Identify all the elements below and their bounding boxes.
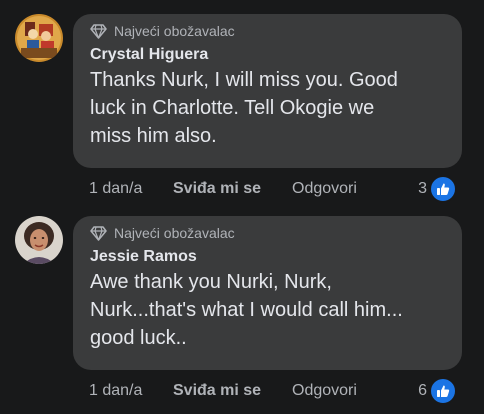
badge-label: Najveći obožavalac [114,225,235,241]
reaction-count: 6 [418,382,427,399]
timestamp[interactable]: 1 dan/a [89,180,173,198]
comment-actions: 1 dan/a Sviđa mi se Odgovori [89,178,357,200]
reaction-summary[interactable]: 3 [418,175,457,203]
author-name[interactable]: Jessie Ramos [90,247,446,267]
avatar[interactable] [15,14,63,62]
diamond-icon [90,23,107,39]
thumbs-up-icon [429,175,457,203]
diamond-icon [90,225,107,241]
avatar[interactable] [15,216,63,264]
comment-text: Thanks Nurk, I will miss you. Good luck … [90,69,398,147]
author-name[interactable]: Crystal Higuera [90,45,446,65]
timestamp[interactable]: 1 dan/a [89,382,173,400]
top-fan-badge[interactable]: Najveći obožavalac [90,223,446,243]
comment-actions: 1 dan/a Sviđa mi se Odgovori [89,380,357,402]
reply-button[interactable]: Odgovori [292,180,357,198]
reply-button[interactable]: Odgovori [292,382,357,400]
reaction-summary[interactable]: 6 [418,377,457,405]
comment-bubble: Najveći obožavalac Crystal Higuera Thank… [73,14,462,168]
like-button[interactable]: Sviđa mi se [173,180,292,198]
reaction-count: 3 [418,180,427,197]
comment-bubble: Najveći obožavalac Jessie Ramos Awe than… [73,216,462,370]
thumbs-up-icon [429,377,457,405]
like-button[interactable]: Sviđa mi se [173,382,292,400]
comment-text: Awe thank you Nurki, Nurk, Nurk...that's… [90,271,403,349]
badge-label: Najveći obožavalac [114,23,235,39]
top-fan-badge[interactable]: Najveći obožavalac [90,21,446,41]
